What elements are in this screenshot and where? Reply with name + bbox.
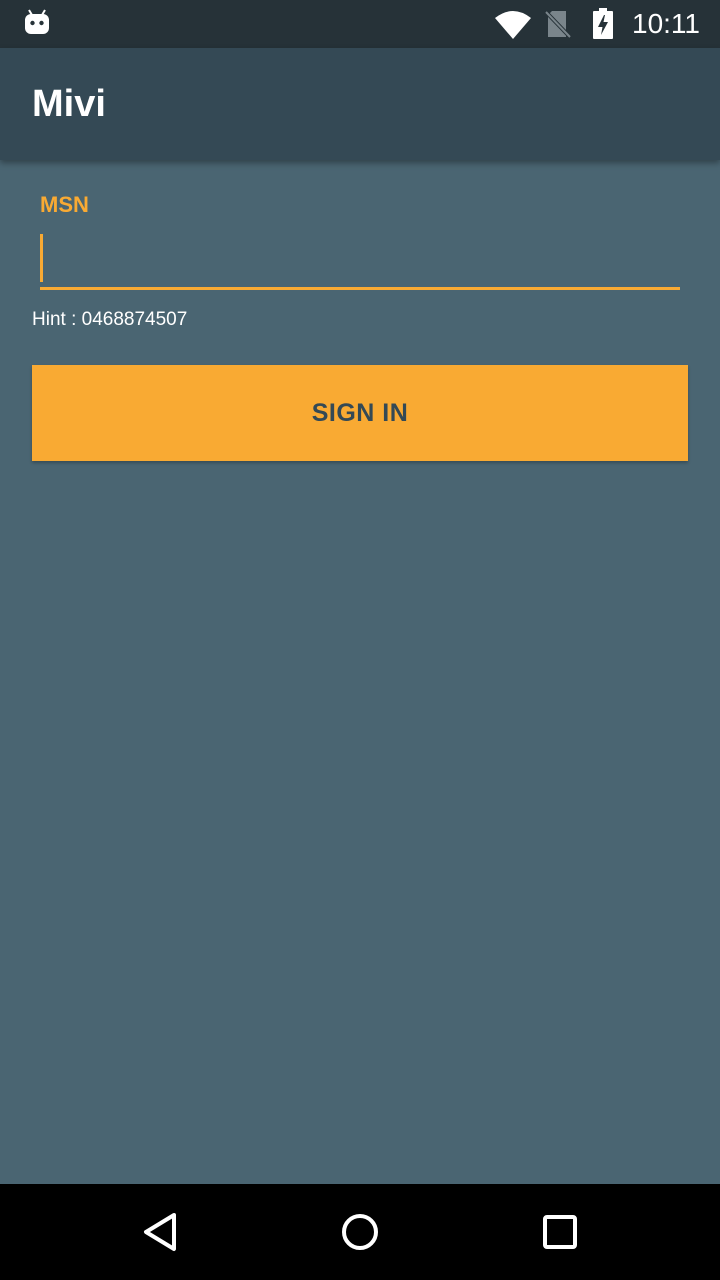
hint-text: Hint : 0468874507 xyxy=(32,309,188,330)
text-cursor xyxy=(40,234,43,282)
sign-in-button[interactable]: SIGN IN xyxy=(32,365,688,461)
home-icon[interactable] xyxy=(340,1212,380,1252)
msn-field-label: MSN xyxy=(40,192,89,217)
no-sim-icon xyxy=(544,10,572,39)
status-time: 10:11 xyxy=(632,8,700,39)
recents-icon[interactable] xyxy=(540,1212,580,1252)
msn-input[interactable] xyxy=(40,232,680,290)
wifi-icon xyxy=(495,11,531,39)
app-bar: Mivi xyxy=(0,48,720,160)
back-icon[interactable] xyxy=(140,1212,180,1252)
app-title: Mivi xyxy=(32,83,106,125)
battery-charging-icon xyxy=(593,8,613,39)
status-bar: 10:11 xyxy=(0,0,720,48)
android-notification-icon xyxy=(25,9,49,34)
